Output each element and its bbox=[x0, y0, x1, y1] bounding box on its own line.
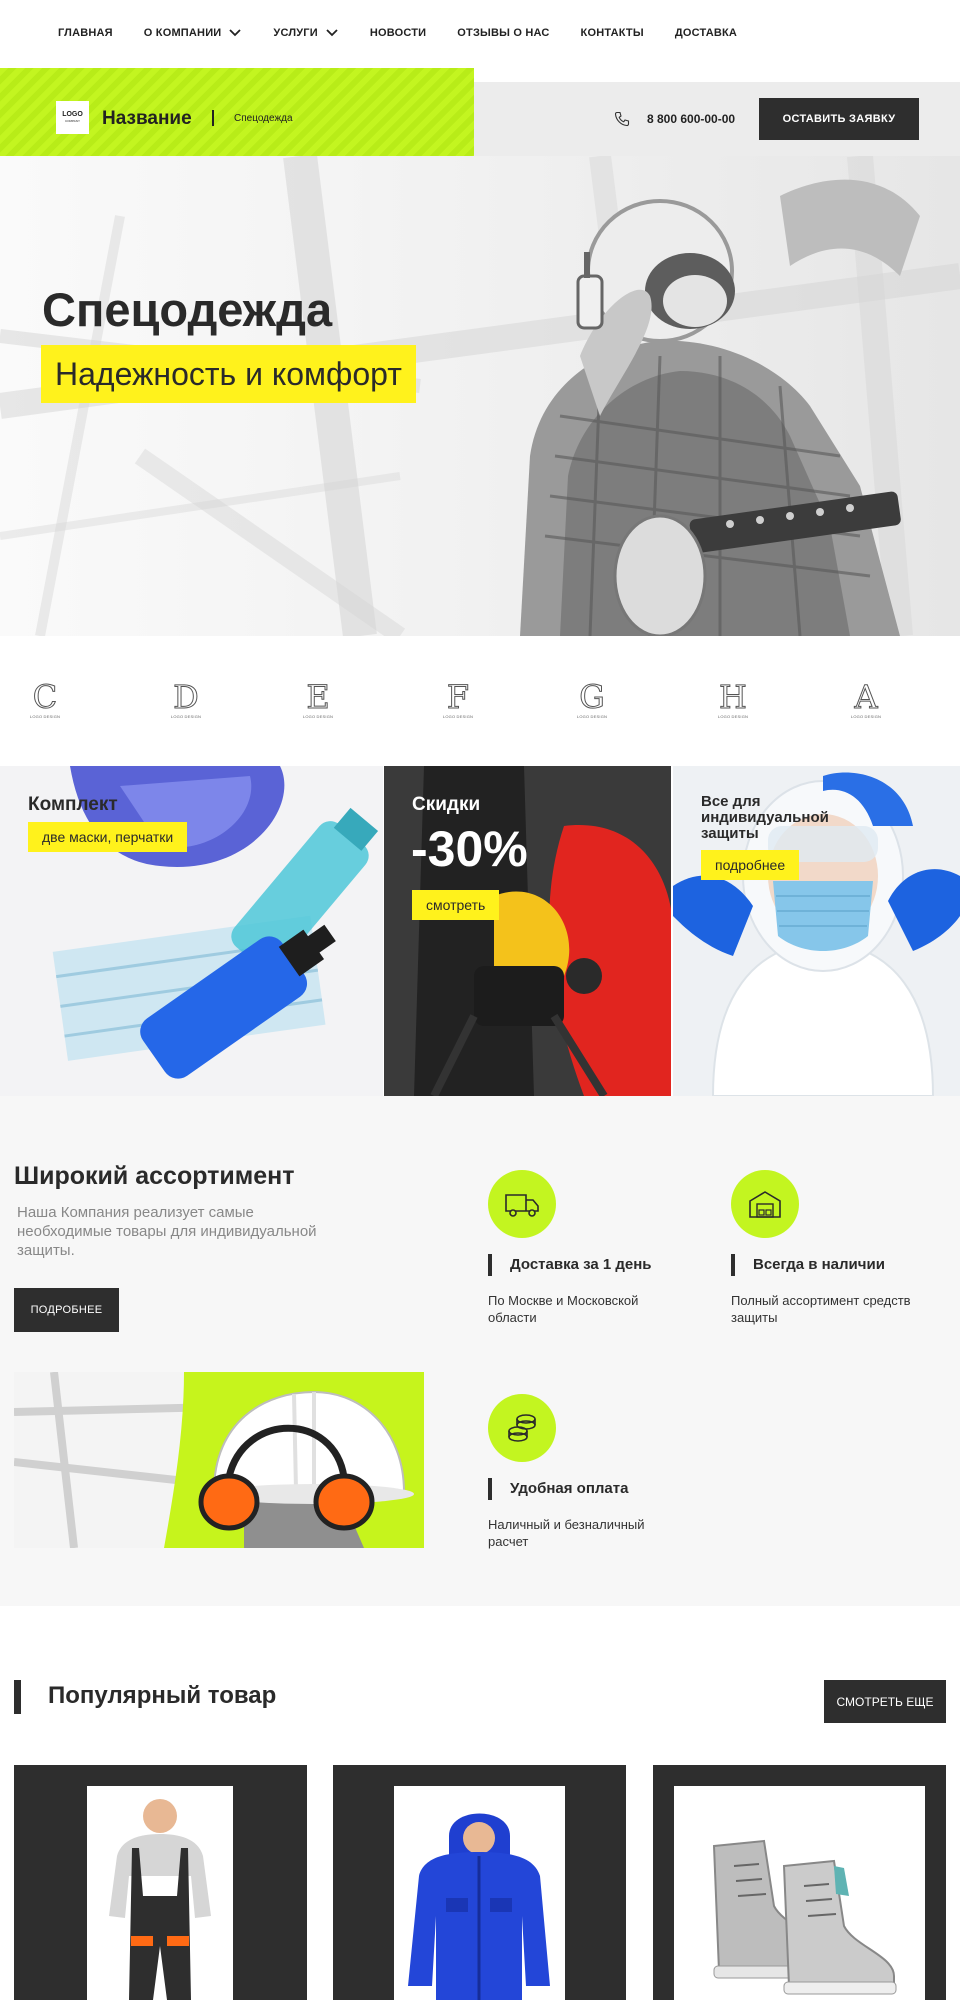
boots-image bbox=[712, 1839, 897, 1995]
feature-icon-circle bbox=[488, 1394, 556, 1462]
partner-logo-caption: LOGO DESIGN bbox=[850, 714, 882, 719]
popular-accent-bar bbox=[14, 1680, 21, 1714]
partner-logo-letter: A bbox=[854, 678, 878, 716]
features-text: Наша Компания реализует самые необходимы… bbox=[17, 1204, 317, 1259]
partner-logo[interactable]: H LOGO DESIGN bbox=[716, 680, 750, 724]
promo-tag[interactable]: смотреть bbox=[412, 890, 500, 920]
hero-subtitle: Надежность и комфорт bbox=[41, 345, 416, 403]
promo-title: Все для индивидуальной защиты bbox=[701, 794, 829, 842]
nav-item-home[interactable]: ГЛАВНАЯ bbox=[58, 27, 113, 39]
feature-title: Доставка за 1 день bbox=[488, 1254, 688, 1276]
partner-logo-caption: LOGO DESIGN bbox=[29, 714, 61, 719]
brand-name: Название bbox=[102, 108, 192, 129]
product-card[interactable] bbox=[333, 1765, 626, 2000]
partner-logo-caption: LOGO DESIGN bbox=[442, 714, 474, 719]
product-card[interactable] bbox=[653, 1765, 946, 2000]
partner-logo-letter: E bbox=[306, 678, 330, 716]
partner-logo-letter: D bbox=[173, 678, 200, 716]
partner-logo[interactable]: A LOGO DESIGN bbox=[849, 680, 883, 724]
feature-desc: Полный ассортимент средств защиты bbox=[731, 1293, 911, 1325]
product-card[interactable] bbox=[14, 1765, 307, 2000]
partner-logo[interactable]: C LOGO DESIGN bbox=[28, 680, 62, 724]
nav-item-label: ОТЗЫВЫ О НАС bbox=[457, 27, 550, 39]
nav-item-label: О КОМПАНИИ bbox=[143, 27, 222, 39]
chevron-down-icon bbox=[229, 29, 242, 37]
worker-figure bbox=[520, 179, 920, 636]
nav-item-about[interactable]: О КОМПАНИИ bbox=[144, 27, 243, 39]
product-image bbox=[87, 1786, 233, 2000]
nav-item-delivery[interactable]: ДОСТАВКА bbox=[675, 27, 737, 39]
feature-stock: Всегда в наличии Полный ассортимент сред… bbox=[731, 1170, 931, 1326]
nav-item-label: УСЛУГИ bbox=[273, 27, 318, 39]
top-navigation: ГЛАВНАЯ О КОМПАНИИ УСЛУГИ НОВОСТИ ОТЗЫВЫ… bbox=[0, 0, 960, 68]
feature-icon-circle bbox=[488, 1170, 556, 1238]
see-more-button[interactable]: СМОТРЕТЬ ЕЩЕ bbox=[824, 1680, 946, 1723]
partner-logo-letter: H bbox=[719, 678, 748, 716]
coins-icon bbox=[508, 1414, 536, 1442]
partner-logos: C LOGO DESIGN D LOGO DESIGN E LOGO DESIGN F… bbox=[0, 660, 960, 736]
phone-number[interactable]: 8 800 600-00-00 bbox=[647, 112, 735, 126]
product-image bbox=[394, 1786, 565, 2000]
nav-item-reviews[interactable]: ОТЗЫВЫ О НАС bbox=[457, 27, 549, 39]
chevron-down-icon bbox=[326, 29, 338, 37]
promo-tile-discount[interactable]: Скидки -30% смотреть bbox=[384, 766, 671, 1096]
partner-logo-caption: LOGO DESIGN bbox=[717, 714, 749, 719]
partner-logo-caption: LOGO DESIGN bbox=[170, 714, 202, 719]
nav-item-news[interactable]: НОВОСТИ bbox=[370, 27, 426, 39]
promo-discount-value: -30% bbox=[411, 821, 528, 877]
phone-icon bbox=[614, 111, 630, 127]
feature-desc: По Москве и Московской области bbox=[488, 1293, 639, 1325]
more-button[interactable]: ПОДРОБНЕЕ bbox=[14, 1288, 119, 1332]
feature-payment: Удобная оплата Наличный и безналичный ра… bbox=[488, 1394, 688, 1550]
partner-logo[interactable]: D LOGO DESIGN bbox=[169, 680, 203, 724]
partner-logo-caption: LOGO DESIGN bbox=[576, 714, 608, 719]
nav-item-label: НОВОСТИ bbox=[369, 27, 427, 39]
promo-tag[interactable]: две маски, перчатки bbox=[28, 822, 188, 852]
promo-title: Комплект bbox=[28, 794, 118, 815]
brand-divider bbox=[212, 110, 214, 126]
warehouse-icon bbox=[749, 1191, 781, 1218]
logo[interactable]: LOGO COMPANY bbox=[56, 101, 89, 134]
partner-logo-caption: LOGO DESIGN bbox=[302, 714, 334, 719]
brand-subtitle: Спецодежда bbox=[234, 113, 293, 124]
jacket-image bbox=[408, 1813, 550, 2000]
promo-tile-kit[interactable]: Комплект две маски, перчатки bbox=[0, 766, 383, 1096]
promo-tile-protection[interactable]: Все для индивидуальной защиты подробнее bbox=[673, 766, 960, 1096]
nav-item-label: КОНТАКТЫ bbox=[580, 27, 644, 39]
partner-logo-letter: F bbox=[446, 678, 470, 716]
nav-item-label: ДОСТАВКА bbox=[674, 27, 738, 39]
features-heading: Широкий ассортимент bbox=[14, 1162, 295, 1190]
nav-item-services[interactable]: УСЛУГИ bbox=[273, 27, 338, 39]
feature-delivery: Доставка за 1 день По Москве и Московско… bbox=[488, 1170, 688, 1326]
partner-logo[interactable]: E LOGO DESIGN bbox=[301, 680, 335, 724]
promo-title: Скидки bbox=[412, 794, 481, 815]
truck-icon bbox=[505, 1194, 539, 1217]
features-image bbox=[14, 1372, 424, 1548]
feature-desc: Наличный и безналичный расчет bbox=[488, 1517, 645, 1549]
nav-item-label: ГЛАВНАЯ bbox=[58, 27, 113, 39]
partner-logo-letter: C bbox=[32, 678, 58, 716]
feature-title: Всегда в наличии bbox=[731, 1254, 931, 1276]
logo-caption: COMPANY bbox=[65, 119, 80, 123]
hero-banner: Спецодежда Надежность и комфорт bbox=[0, 156, 960, 636]
partner-logo-letter: G bbox=[579, 678, 606, 716]
promo-title-line: защиты bbox=[701, 825, 759, 842]
hero-title: Спецодежда bbox=[42, 283, 333, 336]
logo-text: LOGO bbox=[62, 111, 83, 118]
feature-title: Удобная оплата bbox=[488, 1478, 688, 1500]
overalls-image bbox=[109, 1799, 211, 2000]
promo-tag[interactable]: подробнее bbox=[701, 850, 800, 880]
helmet-vest-image bbox=[14, 1372, 424, 1548]
features-section: Широкий ассортимент Наша Компания реализ… bbox=[0, 1096, 960, 1606]
nav-menu: ГЛАВНАЯ О КОМПАНИИ УСЛУГИ НОВОСТИ ОТЗЫВЫ… bbox=[58, 27, 768, 39]
nav-item-contacts[interactable]: КОНТАКТЫ bbox=[581, 27, 644, 39]
feature-icon-circle bbox=[731, 1170, 799, 1238]
partner-logo[interactable]: G LOGO DESIGN bbox=[575, 680, 609, 724]
promo-title-line: Все для bbox=[701, 793, 761, 810]
product-image bbox=[674, 1786, 925, 2000]
request-button[interactable]: ОСТАВИТЬ ЗАЯВКУ bbox=[759, 98, 919, 140]
partner-logo[interactable]: F LOGO DESIGN bbox=[441, 680, 475, 724]
popular-title: Популярный товар bbox=[48, 1682, 277, 1709]
promo-title-line: индивидуальной bbox=[701, 809, 829, 826]
